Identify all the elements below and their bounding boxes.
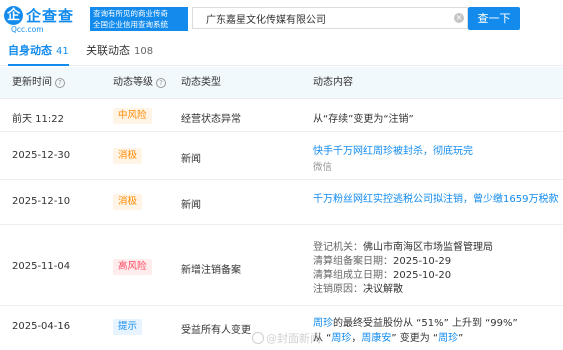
beneficiary-change-line-2: 从 “周珍，周康安” 变更为 “周珍”	[313, 329, 463, 344]
change-text: ”	[458, 333, 464, 344]
watermark: @封面新闻	[252, 330, 321, 346]
change-text: ” 变更为 “	[391, 333, 439, 344]
table-row: 前天 11:22 中风险 经营状态异常 从“存续”变更为“注销”	[0, 100, 563, 132]
detail-filing-date: 清算组备案日期：2025-10-29	[313, 252, 451, 267]
tab-self-dynamics[interactable]: 自身动态 41	[8, 40, 69, 66]
risk-badge: 高风险	[113, 259, 152, 275]
row-type: 经营状态异常	[181, 114, 241, 125]
detail-value: 决议解散	[363, 284, 403, 295]
search-box: ×	[192, 7, 468, 29]
change-text: 的最终受益股份从 “51%” 上升到 “99%”	[333, 318, 518, 329]
table-row: 2025-12-30 消极 新闻 快手千万网红周珍被封杀，彻底玩完 微信	[0, 133, 563, 180]
search-button[interactable]: 查一下	[468, 7, 520, 30]
row-type: 新增注销备案	[181, 265, 241, 276]
column-header-content: 动态内容	[313, 77, 353, 88]
row-time: 2025-11-04	[12, 261, 71, 272]
slogan-line-2: 全国企业信用查询系统	[93, 20, 168, 29]
person-link[interactable]: 周珍	[438, 333, 458, 344]
header-label: 更新时间	[12, 77, 52, 88]
logo-url: Qcc.com	[11, 25, 44, 34]
column-header-type: 动态类型	[181, 77, 221, 88]
row-time: 2025-12-10	[12, 196, 71, 207]
dynamics-tabs: 自身动态 41 关联动态 108	[0, 40, 563, 66]
watermark-logo-icon	[252, 332, 264, 344]
header-label: 动态等级	[113, 77, 153, 88]
tab-label: 自身动态	[8, 44, 52, 57]
news-title-link[interactable]: 快手千万网红周珍被封杀，彻底玩完	[313, 142, 473, 157]
clear-icon[interactable]: ×	[454, 13, 464, 23]
top-header: 企 企查查 Qcc.com 查询有所见的商业传奇 全国企业信用查询系统 × 查一…	[0, 0, 563, 38]
help-icon[interactable]: ?	[55, 78, 65, 88]
detail-established-date: 清算组成立日期：2025-10-20	[313, 266, 451, 281]
row-type: 受益所有人变更	[181, 325, 251, 336]
tab-count: 41	[56, 46, 69, 57]
risk-badge: 消极	[113, 194, 143, 210]
risk-badge: 提示	[113, 319, 143, 335]
tab-count: 108	[134, 46, 154, 57]
risk-badge: 中风险	[113, 108, 152, 124]
watermark-text: @封面新闻	[266, 332, 321, 345]
logo-text: 企查查	[26, 7, 75, 25]
row-type: 新闻	[181, 154, 201, 165]
row-time: 前天 11:22	[12, 114, 64, 125]
tab-related-dynamics[interactable]: 关联动态 108	[86, 40, 153, 66]
help-icon[interactable]: ?	[156, 78, 166, 88]
table-header: 更新时间? 动态等级? 动态类型 动态内容	[0, 67, 563, 99]
detail-label: 注销原因：	[313, 284, 363, 295]
beneficiary-change-line-1: 周珍的最终受益股份从 “51%” 上升到 “99%”	[313, 314, 518, 329]
detail-registration-authority: 登记机关：佛山市南海区市场监督管理局	[313, 238, 493, 253]
column-header-level: 动态等级?	[113, 67, 166, 99]
news-title-link[interactable]: 千万粉丝网红实控逃税公司拟注销，曾少缴1659万税款	[313, 190, 558, 205]
person-link[interactable]: 周珍	[331, 333, 351, 344]
change-text: ，	[351, 333, 362, 344]
detail-cancellation-reason: 注销原因：决议解散	[313, 280, 403, 295]
qcc-logo[interactable]: 企 企查查 Qcc.com	[4, 6, 86, 34]
person-link[interactable]: 周珍	[313, 318, 333, 329]
slogan-line-1: 查询有所见的商业传奇	[93, 9, 168, 18]
risk-badge: 消极	[113, 148, 143, 164]
row-time: 2025-04-16	[12, 321, 71, 332]
slogan-banner: 查询有所见的商业传奇 全国企业信用查询系统	[90, 7, 188, 31]
search-input[interactable]	[193, 8, 453, 28]
row-time: 2025-12-30	[12, 150, 71, 161]
row-type: 新闻	[181, 200, 201, 211]
column-header-time: 更新时间?	[12, 67, 65, 99]
news-source: 微信	[313, 162, 333, 173]
logo-badge-icon: 企	[4, 6, 23, 25]
tab-label: 关联动态	[86, 44, 130, 57]
person-link[interactable]: 周康安	[361, 333, 391, 344]
row-content: 从“存续”变更为“注销”	[313, 114, 414, 125]
table-row: 2025-11-04 高风险 新增注销备案 登记机关：佛山市南海区市场监督管理局…	[0, 226, 563, 306]
table-row: 2025-12-10 消极 新闻 千万粉丝网红实控逃税公司拟注销，曾少缴1659…	[0, 181, 563, 225]
